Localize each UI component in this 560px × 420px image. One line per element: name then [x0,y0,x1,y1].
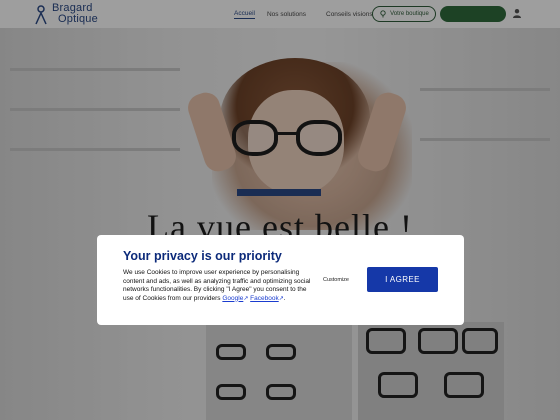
cookie-dialog-body: We use Cookies to improve user experienc… [123,269,313,303]
customize-button[interactable]: Customize [321,275,351,285]
agree-button[interactable]: I AGREE [367,267,438,292]
cookie-dialog-end: . [283,294,286,302]
modal-backdrop [0,0,560,420]
cookie-dialog-title: Your privacy is our priority [123,249,282,263]
facebook-link[interactable]: Facebook [250,295,279,302]
cookie-consent-dialog: Your privacy is our priority We use Cook… [97,235,464,325]
agree-button-label: I AGREE [385,275,420,284]
google-link[interactable]: Google [222,295,243,302]
external-link-icon: ↗ [243,295,249,302]
